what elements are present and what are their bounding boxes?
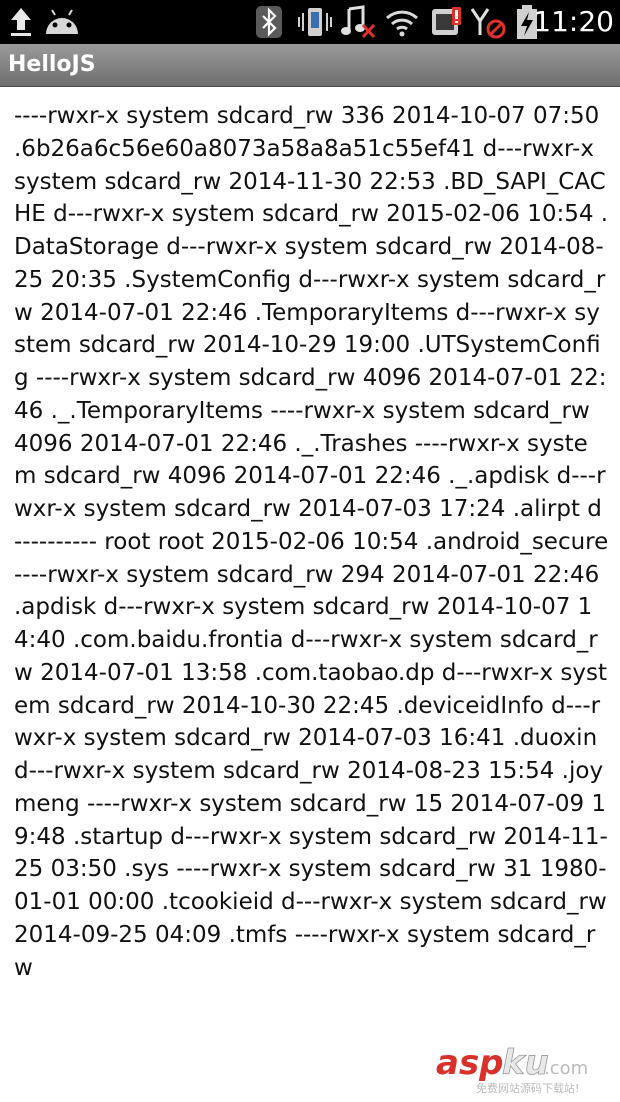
content-area[interactable]: ----rwxr-x system sdcard_rw 336 2014-10-…: [14, 100, 610, 1102]
watermark-logo: asp ku .com 免费网站源码下载站!: [416, 1036, 616, 1096]
watermark-graphic: asp ku .com 免费网站源码下载站!: [436, 1043, 588, 1095]
wifi-icon: [384, 4, 420, 40]
sim-icon: [428, 4, 464, 40]
app-title: HelloJS: [8, 52, 96, 77]
vibrate-icon: [296, 4, 334, 40]
bluetooth-icon: [252, 4, 286, 40]
file-listing-text: ----rwxr-x system sdcard_rw 336 2014-10-…: [14, 103, 609, 981]
upload-icon: [6, 4, 36, 40]
watermark-tagline: 免费网站源码下载站!: [476, 1081, 579, 1095]
status-time: 11:20: [533, 5, 614, 38]
watermark-suffix: .com: [544, 1058, 588, 1079]
android-icon: [42, 4, 82, 40]
watermark-brand: asp: [436, 1043, 504, 1083]
watermark-brand2: ku: [502, 1043, 549, 1083]
status-bar: 11:20: [0, 0, 620, 44]
app-title-bar: HelloJS: [0, 44, 620, 87]
music-muted-icon: [338, 4, 378, 40]
no-signal-icon: [470, 4, 506, 40]
